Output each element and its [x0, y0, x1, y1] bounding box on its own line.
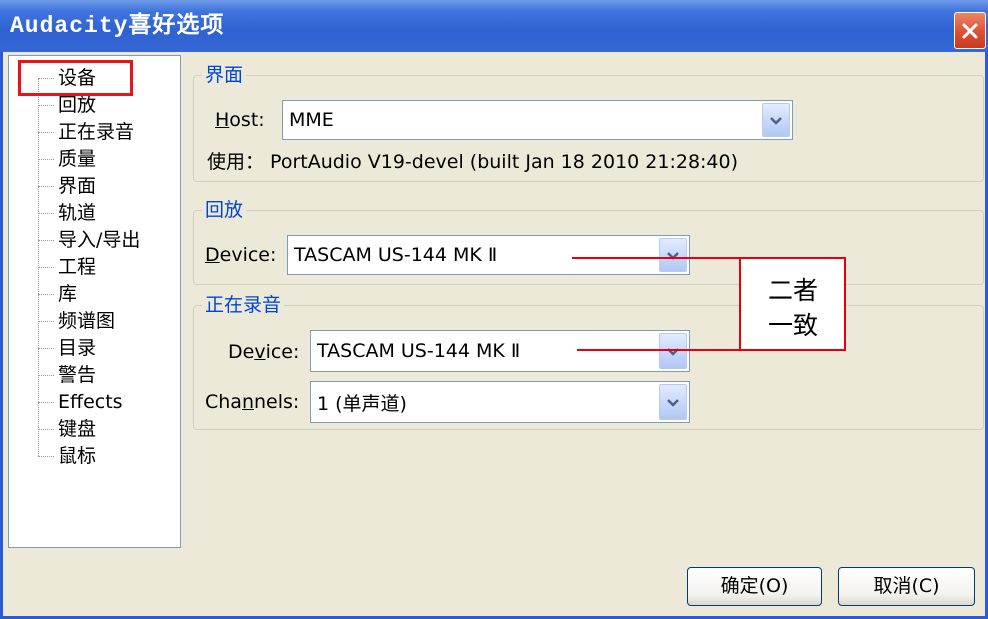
interface-group-title: 界面	[202, 63, 247, 87]
window-frame-left	[0, 52, 3, 619]
chevron-down-icon	[770, 116, 782, 125]
tree-item-projects[interactable]: 工程	[9, 254, 180, 281]
tree-item-keyboard[interactable]: 键盘	[9, 416, 180, 443]
tree-item-interface[interactable]: 界面	[9, 173, 180, 200]
tree-item-quality[interactable]: 质量	[9, 146, 180, 173]
recording-device-label: Device:	[228, 341, 300, 363]
tree-item-spectrograms[interactable]: 频谱图	[9, 308, 180, 335]
close-icon	[961, 22, 979, 40]
tree-list: 设备 回放 正在录音 质量 界面 轨道 导入/导出 工程 库 频谱图 目录 警告…	[9, 65, 180, 470]
close-button[interactable]	[954, 12, 986, 49]
cancel-button[interactable]: 取消(C)	[838, 567, 975, 606]
playback-device-value: TASCAM US-144 MK Ⅱ	[294, 244, 498, 266]
tree-item-mouse[interactable]: 鼠标	[9, 443, 180, 470]
tree-item-directories[interactable]: 目录	[9, 335, 180, 362]
playback-device-dropdown-button[interactable]	[659, 238, 687, 272]
playback-device-label: Device:	[205, 244, 277, 266]
preferences-dialog: Audacity喜好选项 设备 回放 正在录音 质量 界面 轨道 导入/导出 工…	[0, 0, 988, 619]
recording-device-select[interactable]: TASCAM US-144 MK Ⅱ	[310, 330, 690, 372]
title-bar[interactable]: Audacity喜好选项	[0, 0, 988, 52]
using-portaudio-info: 使用： PortAudio V19-devel (built Jan 18 20…	[207, 151, 739, 173]
host-select-value: MME	[289, 109, 334, 131]
tree-item-effects[interactable]: Effects	[9, 389, 180, 416]
ok-button[interactable]: 确定(O)	[687, 567, 822, 606]
channels-value: 1 (单声道)	[317, 392, 407, 415]
tree-item-tracks[interactable]: 轨道	[9, 200, 180, 227]
host-dropdown-button[interactable]	[762, 103, 790, 137]
selection-highlight-box	[18, 60, 133, 96]
recording-device-value: TASCAM US-144 MK Ⅱ	[317, 340, 521, 362]
channels-select[interactable]: 1 (单声道)	[310, 381, 690, 423]
preferences-category-tree[interactable]: 设备 回放 正在录音 质量 界面 轨道 导入/导出 工程 库 频谱图 目录 警告…	[8, 55, 181, 548]
chevron-down-icon	[667, 398, 679, 407]
recording-device-dropdown-button[interactable]	[659, 333, 687, 369]
host-select[interactable]: MME	[282, 100, 793, 140]
tree-item-playback[interactable]: 回放	[9, 92, 180, 119]
tree-item-warnings[interactable]: 警告	[9, 362, 180, 389]
chevron-down-icon	[667, 251, 679, 260]
channels-label: Channels:	[205, 391, 300, 413]
host-label: Host:	[215, 109, 265, 131]
tree-item-import-export[interactable]: 导入/导出	[9, 227, 180, 254]
tree-item-libraries[interactable]: 库	[9, 281, 180, 308]
channels-dropdown-button[interactable]	[659, 384, 687, 420]
recording-group-title: 正在录音	[202, 293, 285, 317]
tree-item-recording[interactable]: 正在录音	[9, 119, 180, 146]
window-title: Audacity喜好选项	[10, 13, 225, 39]
chevron-down-icon	[667, 347, 679, 356]
playback-device-select[interactable]: TASCAM US-144 MK Ⅱ	[287, 235, 690, 275]
playback-group-title: 回放	[202, 198, 247, 222]
